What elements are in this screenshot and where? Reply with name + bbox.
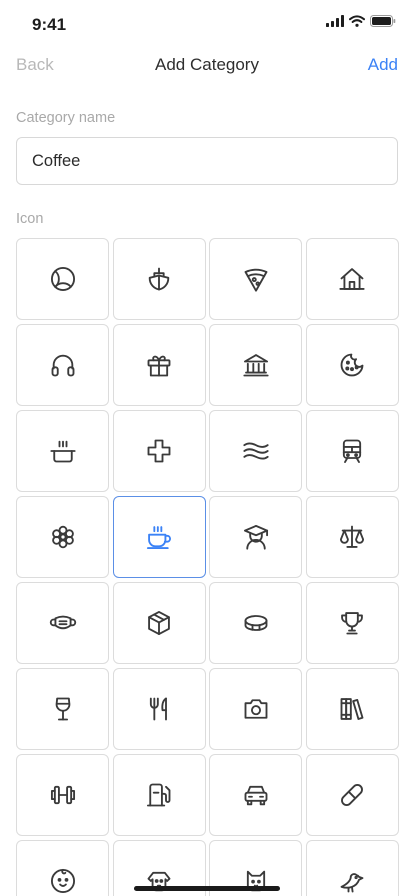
gas-pump-icon <box>147 783 171 807</box>
battery-icon <box>370 15 396 27</box>
icon-option-gas-pump[interactable] <box>112 754 206 836</box>
bank-icon <box>243 354 269 377</box>
coffee-cup-icon <box>147 526 172 550</box>
tennis-ball-icon <box>50 266 75 292</box>
face-mask-icon <box>49 615 76 630</box>
headphones-icon <box>51 354 74 377</box>
icon-option-books[interactable] <box>305 668 399 750</box>
page-title: Add Category <box>155 55 259 74</box>
icon-option-trophy[interactable] <box>305 582 399 664</box>
package-icon <box>148 610 171 636</box>
wifi-icon <box>349 15 365 27</box>
icon-option-gift[interactable] <box>112 324 206 406</box>
icon-option-dumbbell[interactable] <box>16 754 109 836</box>
fork-knife-icon <box>150 697 168 721</box>
flower-icon <box>51 525 74 549</box>
books-icon <box>341 698 364 720</box>
medical-cross-icon <box>147 439 171 463</box>
bird-icon <box>341 873 364 893</box>
icon-label: Icon <box>16 211 44 227</box>
icon-option-headphones[interactable] <box>16 324 109 406</box>
icon-option-baby[interactable] <box>16 840 109 896</box>
icon-option-waves[interactable] <box>209 410 303 492</box>
cellular-signal-icon <box>326 15 344 27</box>
home-indicator[interactable] <box>134 886 280 891</box>
icon-option-student[interactable] <box>209 496 303 578</box>
icon-option-flower[interactable] <box>16 496 109 578</box>
icon-option-bandage[interactable] <box>305 754 399 836</box>
house-icon <box>339 268 366 290</box>
car-icon <box>244 785 268 806</box>
status-time: 9:41 <box>32 15 67 34</box>
icon-option-package[interactable] <box>112 582 206 664</box>
trophy-icon <box>341 612 364 635</box>
boat-icon <box>148 267 170 291</box>
icon-option-scales[interactable] <box>305 496 399 578</box>
icon-option-face-mask[interactable] <box>16 582 109 664</box>
icon-option-train[interactable] <box>305 410 399 492</box>
icon-option-coin[interactable] <box>209 582 303 664</box>
category-name-input[interactable] <box>16 137 398 185</box>
category-name-label: Category name <box>16 110 116 126</box>
icon-grid <box>16 238 399 896</box>
icon-option-coffee-cup[interactable] <box>112 496 206 578</box>
coin-icon <box>244 615 268 631</box>
dumbbell-icon <box>50 785 75 805</box>
icon-option-tennis-ball[interactable] <box>16 238 109 320</box>
icon-option-pizza[interactable] <box>209 238 303 320</box>
status-icons <box>326 15 396 27</box>
baby-icon <box>50 868 75 894</box>
icon-option-wine-glass[interactable] <box>16 668 109 750</box>
icon-option-fork-knife[interactable] <box>112 668 206 750</box>
icon-option-medical-cross[interactable] <box>112 410 206 492</box>
navigation-bar: Back Add Category Add <box>0 48 414 82</box>
gift-icon <box>147 355 171 377</box>
icon-option-car[interactable] <box>209 754 303 836</box>
icon-option-house[interactable] <box>305 238 399 320</box>
bandage-icon <box>341 784 364 806</box>
add-button[interactable]: Add <box>368 55 398 75</box>
wine-glass-icon <box>55 697 70 721</box>
icon-option-cookie[interactable] <box>305 324 399 406</box>
icon-option-boat[interactable] <box>112 238 206 320</box>
cookie-icon <box>341 353 364 377</box>
icon-option-camera[interactable] <box>209 668 303 750</box>
camera-icon <box>244 699 268 719</box>
train-icon <box>343 439 362 464</box>
cooking-pot-icon <box>49 440 76 463</box>
status-bar: 9:41 <box>0 0 414 48</box>
icon-option-cooking-pot[interactable] <box>16 410 109 492</box>
pizza-slice-icon <box>244 268 268 292</box>
scales-icon <box>340 525 365 548</box>
icon-option-bank[interactable] <box>209 324 303 406</box>
student-icon <box>243 524 268 550</box>
icon-option-bird[interactable] <box>305 840 399 896</box>
waves-icon <box>243 442 269 460</box>
